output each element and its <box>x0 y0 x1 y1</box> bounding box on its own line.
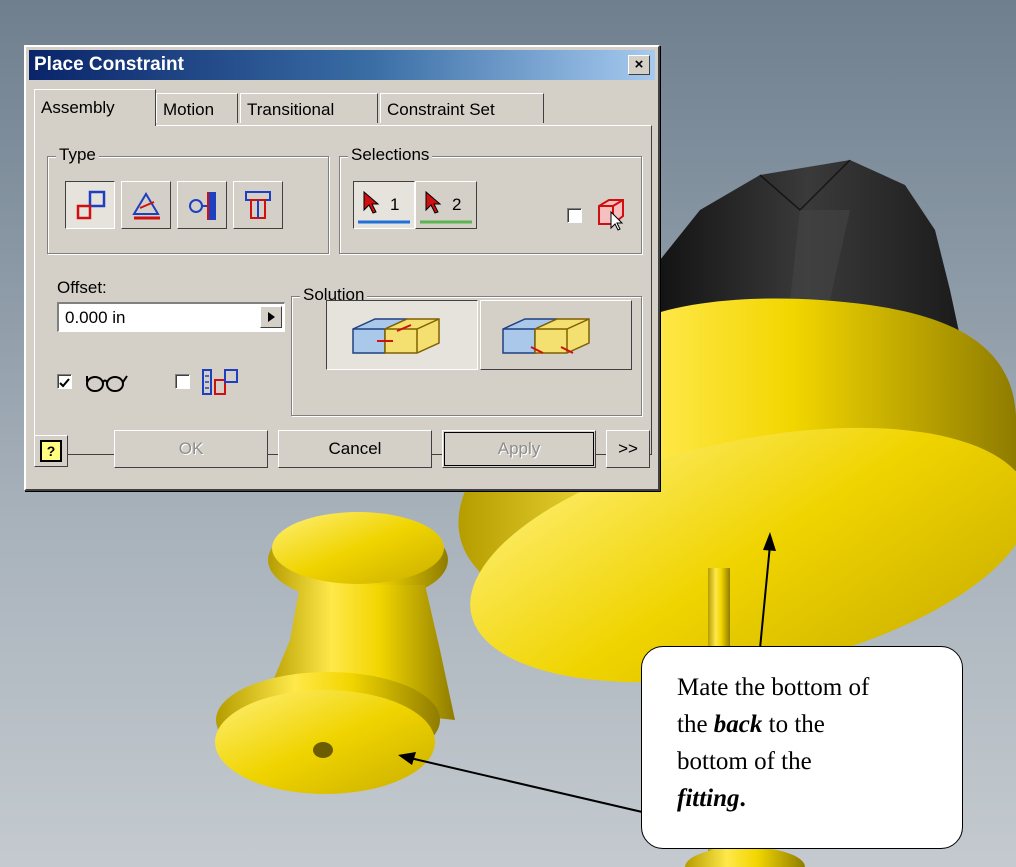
tab-constraint-set-label: Constraint Set <box>387 100 495 119</box>
select-arrow-icon <box>358 190 410 224</box>
type-mate-button[interactable] <box>65 181 115 229</box>
pick-part-first-icon <box>598 199 624 231</box>
tab-transitional[interactable]: Transitional <box>240 93 378 123</box>
select-arrow-icon <box>420 190 472 224</box>
solution-flush-button[interactable] <box>480 300 632 370</box>
callout-line-2: the back to the <box>677 706 944 743</box>
glasses-icon <box>86 375 128 392</box>
predict-offset-checkbox[interactable] <box>175 374 190 389</box>
tab-transitional-label: Transitional <box>247 100 335 119</box>
solution-mate-button[interactable] <box>326 300 478 370</box>
tangent-icon <box>189 192 216 220</box>
tab-constraint-set[interactable]: Constraint Set <box>380 93 544 123</box>
offset-arrow-button[interactable] <box>260 306 282 328</box>
ok-button[interactable]: OK <box>114 430 268 468</box>
predict-offset-icon <box>202 369 238 395</box>
selection-2-label: 2 <box>452 195 462 214</box>
show-preview-checkbox[interactable] <box>57 374 72 389</box>
type-group-label: Type <box>56 145 99 165</box>
mate-icon <box>76 190 106 220</box>
type-insert-button[interactable] <box>233 181 283 229</box>
selection-1-button[interactable]: 1 <box>353 181 415 229</box>
tab-assembly-label: Assembly <box>41 98 115 117</box>
more-button[interactable]: >> <box>606 430 650 468</box>
selections-group-label: Selections <box>348 145 433 165</box>
callout-fitting: fitting <box>677 785 740 812</box>
close-icon: × <box>634 56 644 73</box>
tab-motion[interactable]: Motion <box>156 93 238 123</box>
pick-part-first-checkbox[interactable] <box>567 208 582 223</box>
callout-the: the <box>677 711 708 738</box>
insert-icon <box>245 191 271 219</box>
checkmark-icon <box>59 378 70 388</box>
callout-line-1: Mate the bottom of <box>677 674 870 701</box>
help-icon: ? <box>40 440 62 462</box>
callout-to-the: to the <box>768 711 825 738</box>
callout-period: . <box>739 785 746 812</box>
mate-solution-icon <box>352 318 440 354</box>
type-tangent-button[interactable] <box>177 181 227 229</box>
selection-1-label: 1 <box>390 195 400 214</box>
dialog-title: Place Constraint <box>34 54 184 75</box>
3d-viewport[interactable]: Place Constraint × Assembly Motion Trans… <box>0 0 1016 867</box>
apply-button[interactable]: Apply <box>442 430 596 468</box>
triangle-right-icon <box>268 312 275 322</box>
selection-2-button[interactable]: 2 <box>415 181 477 229</box>
callout-back: back <box>713 711 763 738</box>
place-constraint-dialog: Place Constraint × Assembly Motion Trans… <box>24 45 660 491</box>
type-angle-button[interactable] <box>121 181 171 229</box>
flush-solution-icon <box>502 318 590 354</box>
help-button[interactable]: ? <box>34 435 68 467</box>
callout-line-3: bottom of the <box>677 748 812 775</box>
offset-input[interactable]: 0.000 in <box>57 302 285 332</box>
instruction-callout: Mate the bottom of the back to the botto… <box>641 646 963 849</box>
dialog-titlebar[interactable]: Place Constraint × <box>29 50 655 80</box>
tab-motion-label: Motion <box>163 100 215 119</box>
callout-line-4: fitting. <box>677 780 944 817</box>
offset-value: 0.000 in <box>65 308 126 327</box>
fitting-part[interactable] <box>215 512 455 794</box>
offset-label: Offset: <box>57 278 107 297</box>
angle-icon <box>132 192 160 220</box>
assembly-tab-panel: Type Selections 1 2 Offset: 0.000 in Sol… <box>34 125 652 455</box>
tab-assembly[interactable]: Assembly <box>34 89 156 126</box>
close-button[interactable]: × <box>628 55 650 75</box>
cancel-button[interactable]: Cancel <box>278 430 432 468</box>
